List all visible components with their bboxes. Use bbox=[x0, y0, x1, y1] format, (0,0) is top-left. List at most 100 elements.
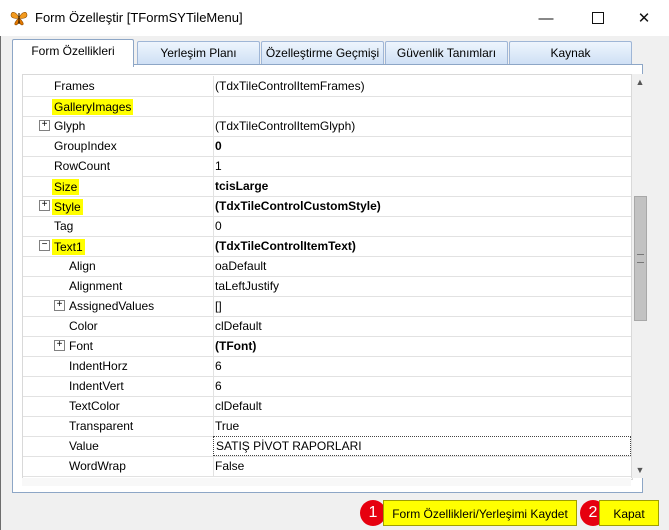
property-name: IndentVert bbox=[69, 379, 124, 393]
property-name-cell[interactable]: Size bbox=[23, 176, 214, 196]
property-value: [] bbox=[215, 299, 222, 313]
minimize-icon: — bbox=[538, 9, 554, 27]
property-name-cell[interactable]: + Style bbox=[23, 196, 214, 216]
title-bar: Form Özelleştir [TFormSYTileMenu] — ✕ bbox=[0, 0, 669, 36]
tab-strip: Form Özellikleri Yerleşim Planı Özelleşt… bbox=[12, 39, 652, 67]
property-value: (TdxTileControlCustomStyle) bbox=[215, 199, 381, 213]
collapse-icon[interactable]: − bbox=[39, 240, 50, 251]
minimize-button[interactable]: — bbox=[523, 0, 569, 36]
vertical-scrollbar[interactable]: ▲ ▼ bbox=[631, 74, 648, 478]
maximize-icon bbox=[592, 12, 604, 24]
property-name: GalleryImages bbox=[52, 99, 134, 115]
property-name-cell[interactable]: − Text1 bbox=[23, 236, 214, 256]
close-button[interactable]: Kapat bbox=[599, 500, 659, 526]
property-row[interactable]: RowCount 1 bbox=[23, 156, 632, 177]
property-name: Size bbox=[52, 179, 80, 195]
window-border bbox=[0, 36, 1, 530]
property-name: Style bbox=[52, 199, 83, 215]
property-name-cell[interactable]: Tag bbox=[23, 216, 214, 236]
tab-yerlesim-plani[interactable]: Yerleşim Planı bbox=[137, 41, 260, 64]
property-name-cell[interactable]: TextColor bbox=[23, 396, 214, 416]
property-value: True bbox=[215, 419, 240, 433]
property-row[interactable]: TextColor clDefault bbox=[23, 396, 632, 417]
property-value: False bbox=[215, 459, 245, 473]
property-row[interactable]: GalleryImages bbox=[23, 96, 632, 117]
scroll-up-arrow-icon[interactable]: ▲ bbox=[632, 74, 648, 90]
property-name: WordWrap bbox=[69, 459, 126, 473]
property-row[interactable]: + AssignedValues [] bbox=[23, 296, 632, 317]
property-name-cell[interactable]: GroupIndex bbox=[23, 136, 214, 156]
property-value: 1 bbox=[215, 159, 222, 173]
grip-icon bbox=[637, 254, 644, 263]
tab-form-ozellikleri[interactable]: Form Özellikleri bbox=[12, 39, 134, 67]
close-icon: ✕ bbox=[637, 10, 651, 27]
property-row[interactable]: IndentHorz 6 bbox=[23, 356, 632, 377]
property-name: Text1 bbox=[52, 239, 85, 255]
property-name-cell[interactable]: + Glyph bbox=[23, 116, 214, 136]
property-row[interactable]: GroupIndex 0 bbox=[23, 136, 632, 157]
property-name: AssignedValues bbox=[69, 299, 155, 313]
property-name-cell[interactable]: Color bbox=[23, 316, 214, 336]
property-row[interactable]: Size tcisLarge bbox=[23, 176, 632, 197]
property-name-cell[interactable]: Align bbox=[23, 256, 214, 276]
property-value: clDefault bbox=[215, 319, 262, 333]
tab-kaynak[interactable]: Kaynak bbox=[509, 41, 632, 64]
property-name: GroupIndex bbox=[54, 139, 117, 153]
close-window-button[interactable]: ✕ bbox=[621, 0, 667, 36]
property-row[interactable]: + Style (TdxTileControlCustomStyle) bbox=[23, 196, 632, 217]
property-name-cell[interactable]: Transparent bbox=[23, 416, 214, 436]
property-value: taLeftJustify bbox=[215, 279, 280, 293]
property-name: Transparent bbox=[69, 419, 134, 433]
property-name: Glyph bbox=[54, 119, 86, 133]
property-name: Value bbox=[69, 439, 99, 453]
tab-guvenlik-tanimlari[interactable]: Güvenlik Tanımları bbox=[385, 41, 508, 64]
property-row[interactable]: Frames (TdxTileControlItemFrames) bbox=[23, 76, 632, 97]
property-name: Tag bbox=[54, 219, 74, 233]
property-row[interactable]: + Font (TFont) bbox=[23, 336, 632, 357]
property-name-cell[interactable]: IndentHorz bbox=[23, 356, 214, 376]
property-row[interactable]: Color clDefault bbox=[23, 316, 632, 337]
property-value: (TdxTileControlItemFrames) bbox=[215, 79, 365, 93]
expand-icon[interactable]: + bbox=[54, 340, 65, 351]
property-value: (TFont) bbox=[215, 339, 257, 353]
property-row[interactable]: + Glyph (TdxTileControlItemGlyph) bbox=[23, 116, 632, 137]
property-row[interactable]: Transparent True bbox=[23, 416, 632, 437]
property-name-cell[interactable]: IndentVert bbox=[23, 376, 214, 396]
property-name-cell[interactable]: WordWrap bbox=[23, 456, 214, 476]
property-row[interactable]: WordWrap False bbox=[23, 456, 632, 477]
property-row[interactable]: Tag 0 bbox=[23, 216, 632, 237]
property-row[interactable]: − Text1 (TdxTileControlItemText) bbox=[23, 236, 632, 257]
scroll-thumb[interactable] bbox=[634, 196, 647, 321]
property-name-cell[interactable]: + AssignedValues bbox=[23, 296, 214, 316]
property-row[interactable]: IndentVert 6 bbox=[23, 376, 632, 397]
property-name-cell[interactable]: Alignment bbox=[23, 276, 214, 296]
property-name: Frames bbox=[54, 79, 95, 93]
property-name: Font bbox=[69, 339, 94, 353]
property-name-cell[interactable]: GalleryImages bbox=[23, 96, 214, 116]
tab-ozellestirme-gecmisi[interactable]: Özelleştirme Geçmişi bbox=[261, 41, 384, 64]
property-name-cell[interactable]: Frames bbox=[23, 76, 214, 96]
property-name: TextColor bbox=[69, 399, 120, 413]
property-grid[interactable]: Frames (TdxTileControlItemFrames) GalleryI… bbox=[22, 74, 633, 480]
property-value: (TdxTileControlItemGlyph) bbox=[215, 119, 356, 133]
property-name: RowCount bbox=[54, 159, 111, 173]
property-row[interactable]: Align oaDefault bbox=[23, 256, 632, 277]
expand-icon[interactable]: + bbox=[39, 120, 50, 131]
scroll-down-arrow-icon[interactable]: ▼ bbox=[632, 462, 648, 478]
property-name: IndentHorz bbox=[69, 359, 128, 373]
property-value[interactable]: SATIŞ PİVOT RAPORLARI bbox=[216, 439, 362, 453]
property-value: tcisLarge bbox=[215, 179, 269, 193]
expand-icon[interactable]: + bbox=[39, 200, 50, 211]
property-value: (TdxTileControlItemText) bbox=[215, 239, 356, 253]
property-row[interactable]: Alignment taLeftJustify bbox=[23, 276, 632, 297]
property-name-cell[interactable]: + Font bbox=[23, 336, 214, 356]
expand-icon[interactable]: + bbox=[54, 300, 65, 311]
property-row[interactable]: Value SATIŞ PİVOT RAPORLARI bbox=[23, 436, 632, 457]
maximize-button[interactable] bbox=[575, 0, 621, 36]
window-title: Form Özelleştir [TFormSYTileMenu] bbox=[35, 10, 243, 25]
property-name: Align bbox=[69, 259, 96, 273]
grid-footer bbox=[22, 478, 631, 486]
property-name-cell[interactable]: Value bbox=[23, 436, 214, 456]
save-layout-button[interactable]: Form Özellikleri/Yerleşimi Kaydet bbox=[383, 500, 577, 526]
property-name-cell[interactable]: RowCount bbox=[23, 156, 214, 176]
